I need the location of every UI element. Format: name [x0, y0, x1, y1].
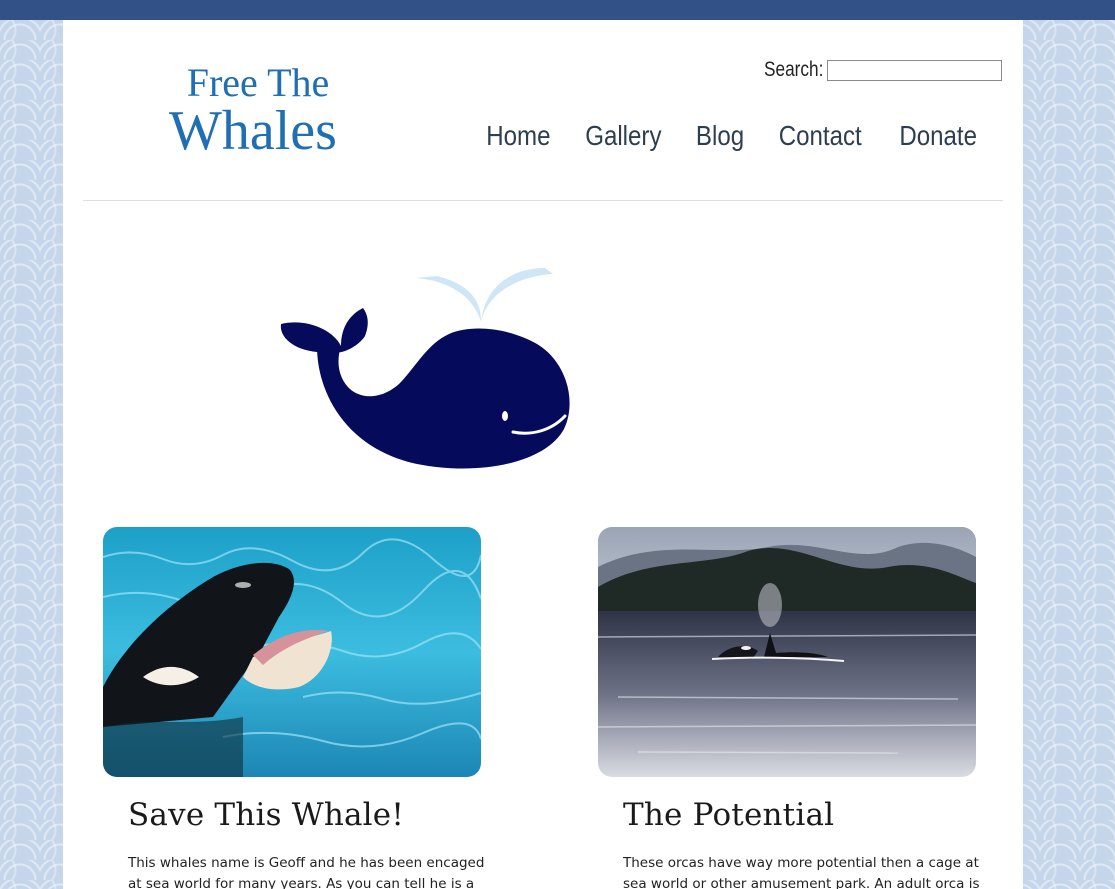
whale-spout-right	[481, 268, 553, 322]
whale-spout	[415, 276, 482, 322]
orca-pool-photo[interactable]	[103, 527, 481, 777]
search-input[interactable]	[827, 59, 1002, 81]
whale-illustration	[280, 268, 570, 469]
nav-gallery[interactable]: Gallery	[586, 120, 662, 152]
main-nav: Home Gallery Blog Contact Donate	[481, 120, 983, 152]
logo-line-2: Whales	[169, 100, 337, 162]
header-divider	[83, 200, 1003, 201]
card-title: The Potential	[623, 797, 835, 833]
card-text: These orcas have way more potential then…	[623, 855, 980, 889]
orca-wild-photo[interactable]	[598, 527, 976, 777]
whale-blow	[758, 583, 782, 627]
nav-blog[interactable]: Blog	[696, 120, 744, 152]
nav-contact[interactable]: Contact	[779, 120, 862, 152]
whale-eye	[502, 411, 508, 421]
whale-tail	[280, 308, 368, 354]
card-text: This whales name is Geoff and he has bee…	[128, 855, 485, 889]
top-bar	[0, 0, 1115, 20]
search-box: Search:	[751, 58, 1002, 82]
nav-donate[interactable]: Donate	[899, 120, 977, 152]
card-save-whale: Save This Whale! This whales name is Geo…	[103, 527, 484, 889]
site-logo[interactable]: Free The Whales	[158, 60, 358, 159]
card-potential: The Potential These orcas have way more …	[598, 527, 980, 889]
search-label: Search:	[763, 58, 823, 81]
card-title: Save This Whale!	[128, 797, 404, 833]
whale-body	[317, 328, 570, 469]
nav-home[interactable]: Home	[486, 120, 550, 152]
page-container: Free The Whales Search: Home Gallery Blo…	[63, 20, 1023, 889]
